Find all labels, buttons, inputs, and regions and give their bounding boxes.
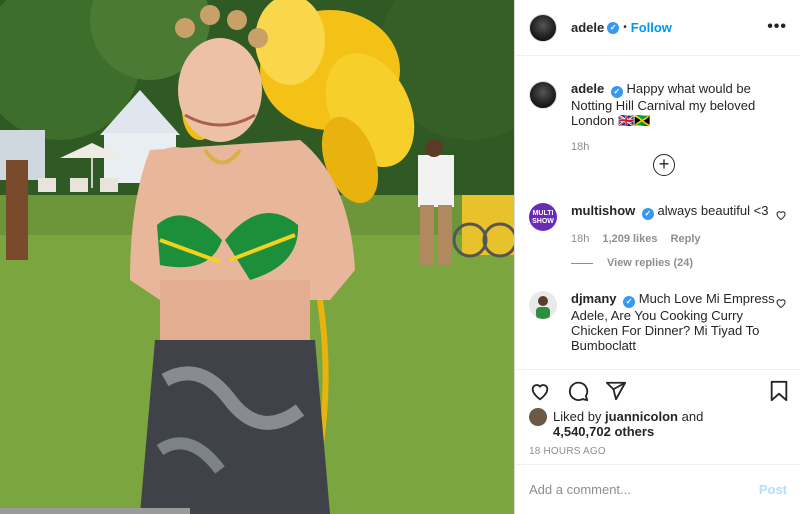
header-username[interactable]: adele: [571, 20, 604, 35]
comment-input[interactable]: [529, 482, 759, 497]
caption-avatar[interactable]: [529, 81, 557, 109]
verified-icon: ✓: [607, 21, 620, 34]
background-person: [418, 155, 454, 207]
caption-time[interactable]: 18h: [571, 141, 589, 153]
liker-avatar[interactable]: [529, 408, 547, 426]
comments-section: adele ✓ Happy what would be Notting Hill…: [515, 57, 800, 369]
post-button[interactable]: Post: [759, 482, 787, 497]
comment-multishow: MULTI SHOW multishow ✓ always beautiful …: [529, 203, 787, 247]
post-actions: Liked by juannicolon and 4,540,702 other…: [515, 369, 800, 464]
comment-djmany: djmany ✓ Much Love Mi Empress Adele, Are…: [529, 291, 787, 353]
view-replies-button[interactable]: View replies (24): [571, 257, 693, 269]
comment-box: Post: [515, 464, 800, 514]
post-sidebar: adele ✓ • Follow ••• adele ✓ Happy what …: [514, 0, 800, 514]
liked-prefix: Liked by: [553, 409, 602, 424]
photo-illustration: [0, 0, 514, 514]
heart-icon[interactable]: [775, 209, 787, 221]
caption-username[interactable]: adele: [571, 81, 604, 96]
more-icon[interactable]: •••: [767, 18, 787, 36]
bookmark-icon[interactable]: [769, 380, 789, 402]
comment-likes[interactable]: 1,209 likes: [602, 233, 657, 245]
verified-icon: ✓: [623, 296, 636, 308]
share-icon[interactable]: [605, 380, 627, 402]
comment-username[interactable]: djmany: [571, 291, 617, 306]
comment-time[interactable]: 18h: [571, 233, 589, 245]
djmany-avatar[interactable]: [529, 291, 557, 319]
caption: adele ✓ Happy what would be Notting Hill…: [529, 81, 787, 155]
heart-icon[interactable]: [529, 380, 551, 402]
post-timestamp[interactable]: 18 HOURS AGO: [529, 446, 606, 457]
avatar[interactable]: [529, 13, 557, 42]
post-photo[interactable]: [0, 0, 514, 514]
post-header: adele ✓ • Follow •••: [515, 0, 800, 56]
likes-count[interactable]: 4,540,702 others: [553, 424, 654, 439]
heart-icon[interactable]: [775, 297, 787, 309]
liked-by: Liked by juannicolon and 4,540,702 other…: [529, 408, 704, 439]
comment-username[interactable]: multishow: [571, 203, 635, 218]
verified-icon: ✓: [610, 86, 623, 98]
view-replies-label: View replies (24): [607, 257, 694, 269]
separator-dot: •: [623, 22, 627, 33]
multishow-avatar[interactable]: MULTI SHOW: [529, 203, 557, 231]
follow-button[interactable]: Follow: [631, 20, 672, 35]
reply-button[interactable]: Reply: [671, 233, 701, 245]
replies-divider: [571, 262, 593, 264]
liked-and: and: [681, 409, 704, 424]
plus-icon[interactable]: +: [653, 154, 675, 176]
liker-username[interactable]: juannicolon: [605, 409, 678, 424]
verified-icon: ✓: [641, 208, 654, 220]
comment-text: always beautiful <3: [657, 203, 769, 218]
comment-icon[interactable]: [567, 380, 589, 402]
tie-dye-leggings: [140, 340, 330, 514]
